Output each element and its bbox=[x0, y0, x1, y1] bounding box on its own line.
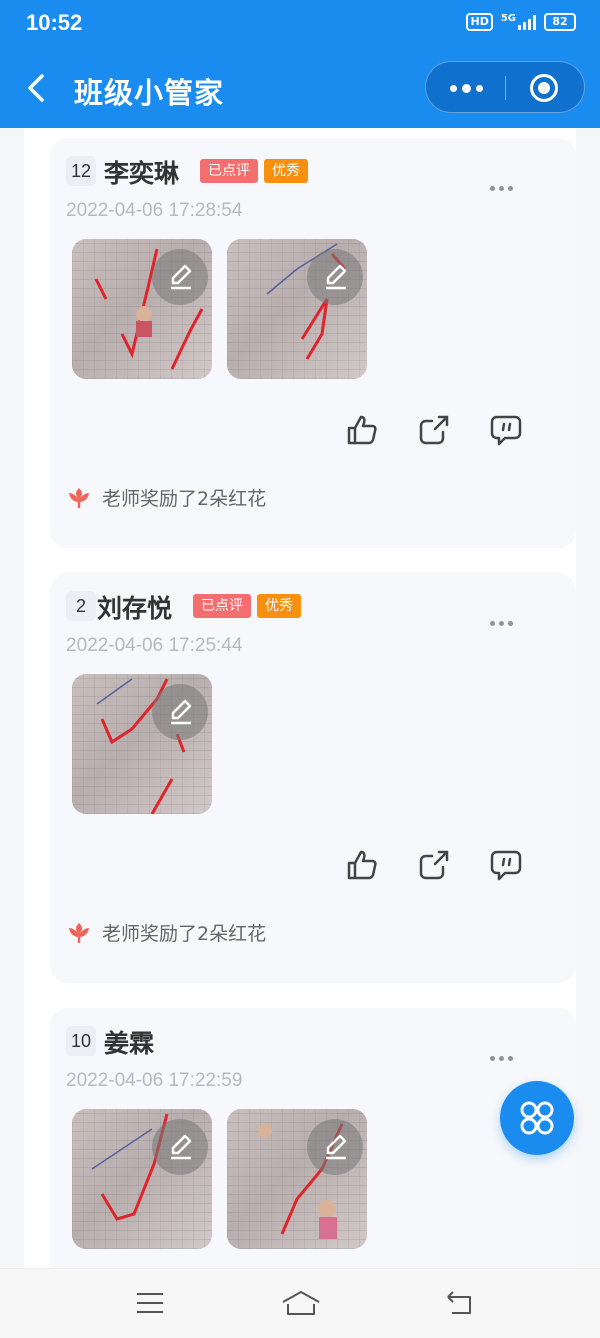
pencil-icon bbox=[171, 699, 192, 725]
edit-photo-button[interactable] bbox=[307, 1119, 363, 1175]
edit-photo-button[interactable] bbox=[152, 684, 208, 740]
grid-menu-icon bbox=[520, 1101, 554, 1135]
reward-text: 老师奖励了2朵红花 bbox=[102, 488, 267, 510]
status-icons: HD 5G 82 bbox=[466, 13, 576, 31]
edit-photo-button[interactable] bbox=[152, 1119, 208, 1175]
submit-timestamp: 2022-04-06 17:25:44 bbox=[66, 635, 243, 656]
post-actions bbox=[345, 848, 523, 882]
thumbs-up-icon[interactable] bbox=[345, 413, 379, 447]
more-dots-icon[interactable] bbox=[490, 1056, 513, 1061]
homework-feed: 12 李奕琳 已点评 优秀 2022-04-06 17:28:54 老师奖励了2… bbox=[24, 128, 576, 1268]
homework-photo[interactable] bbox=[72, 674, 212, 814]
pencil-icon bbox=[326, 264, 347, 290]
reward-text: 老师奖励了2朵红花 bbox=[102, 923, 267, 945]
reviewed-tag: 已点评 bbox=[193, 594, 251, 618]
student-name: 李奕琳 bbox=[104, 159, 180, 188]
thumbs-up-icon[interactable] bbox=[345, 848, 379, 882]
menu-icon[interactable] bbox=[135, 1289, 165, 1317]
student-index: 12 bbox=[66, 156, 96, 186]
system-nav-bar bbox=[0, 1268, 600, 1338]
excellent-tag: 优秀 bbox=[264, 159, 308, 183]
submit-timestamp: 2022-04-06 17:28:54 bbox=[66, 200, 243, 221]
edit-photo-button[interactable] bbox=[152, 249, 208, 305]
target-icon[interactable] bbox=[530, 74, 558, 102]
homework-photo[interactable] bbox=[72, 239, 212, 379]
more-dots-icon[interactable] bbox=[490, 621, 513, 626]
flower-icon bbox=[69, 922, 89, 943]
edit-photo-button[interactable] bbox=[307, 249, 363, 305]
post-actions bbox=[345, 413, 523, 447]
floating-menu-button[interactable] bbox=[500, 1081, 574, 1155]
capsule-divider bbox=[505, 76, 506, 100]
back-icon[interactable] bbox=[442, 1289, 474, 1317]
comment-icon[interactable] bbox=[489, 848, 523, 882]
page-title: 班级小管家 bbox=[74, 76, 225, 110]
pencil-icon bbox=[326, 1134, 347, 1160]
more-dots-icon[interactable] bbox=[490, 186, 513, 191]
homework-card: 12 李奕琳 已点评 优秀 2022-04-06 17:28:54 老师奖励了2… bbox=[50, 138, 576, 548]
student-name: 刘存悦 bbox=[97, 594, 173, 623]
pencil-icon bbox=[171, 264, 192, 290]
homework-photo[interactable] bbox=[72, 1109, 212, 1249]
top-bar: 10:52 HD 5G 82 班级小管家 bbox=[0, 0, 600, 128]
status-bar: 10:52 HD 5G 82 bbox=[0, 0, 600, 46]
share-icon[interactable] bbox=[417, 848, 451, 882]
reviewed-tag: 已点评 bbox=[200, 159, 258, 183]
network-label: 5G bbox=[500, 12, 516, 24]
battery-indicator: 82 bbox=[544, 13, 576, 31]
more-dots-icon[interactable] bbox=[426, 62, 506, 114]
status-time: 10:52 bbox=[26, 10, 83, 35]
excellent-tag: 优秀 bbox=[257, 594, 301, 618]
student-index: 2 bbox=[66, 591, 96, 621]
hd-indicator: HD bbox=[466, 13, 493, 31]
homework-photo[interactable] bbox=[227, 1109, 367, 1249]
student-name: 姜霖 bbox=[104, 1029, 155, 1058]
flower-icon bbox=[69, 487, 89, 508]
reward-note: 老师奖励了2朵红花 bbox=[66, 919, 266, 946]
comment-icon[interactable] bbox=[489, 413, 523, 447]
signal-icon bbox=[518, 14, 536, 30]
homework-card: 10 姜霖 2022-04-06 17:22:59 bbox=[50, 1008, 576, 1268]
homework-card: 2 刘存悦 已点评 优秀 2022-04-06 17:25:44 老师奖励了2朵… bbox=[50, 573, 576, 983]
homework-photo[interactable] bbox=[227, 239, 367, 379]
submit-timestamp: 2022-04-06 17:22:59 bbox=[66, 1070, 243, 1091]
mini-program-capsule bbox=[425, 61, 585, 113]
home-icon[interactable] bbox=[281, 1289, 321, 1317]
pencil-icon bbox=[171, 1134, 192, 1160]
reward-note: 老师奖励了2朵红花 bbox=[66, 484, 266, 511]
student-index: 10 bbox=[66, 1026, 96, 1056]
back-arrow-icon[interactable] bbox=[20, 70, 56, 106]
nav-bar: 班级小管家 bbox=[0, 56, 600, 122]
share-icon[interactable] bbox=[417, 413, 451, 447]
